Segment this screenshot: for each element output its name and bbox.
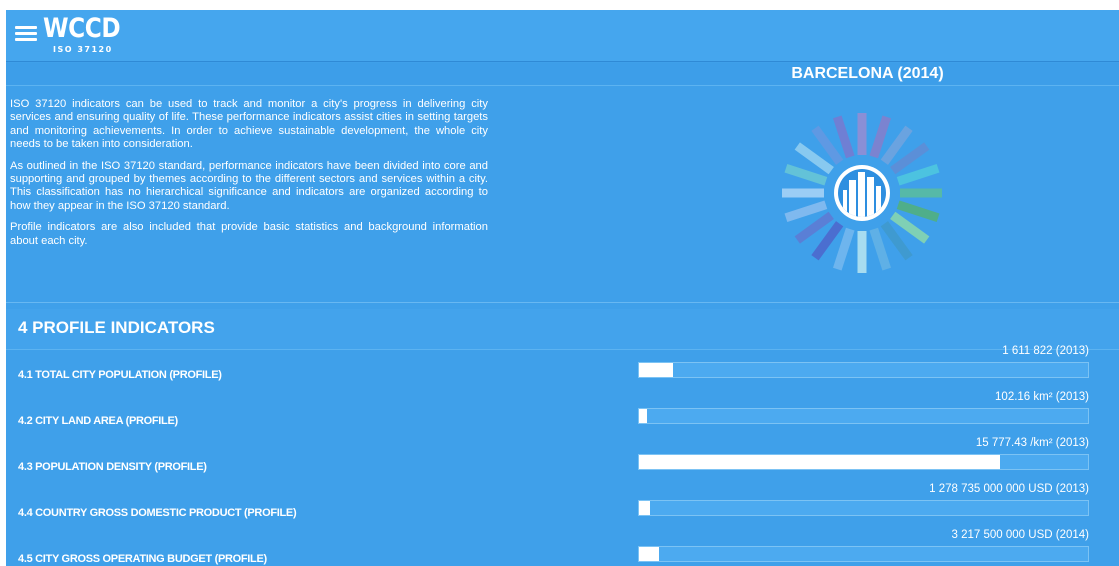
logo-text[interactable]: WCCD xyxy=(43,11,121,47)
indicator-value: 3 217 500 000 USD (2014) xyxy=(951,529,1089,541)
intro-paragraph-2: As outlined in the ISO 37120 standard, p… xyxy=(10,159,488,212)
indicator-bar-fill xyxy=(639,409,648,423)
indicator-label: 4.2 CITY LAND AREA (PROFILE) xyxy=(18,415,178,427)
indicator-row-4-5[interactable]: 4.5 CITY GROSS OPERATING BUDGET (PROFILE… xyxy=(6,529,1119,566)
indicator-value: 102.16 km² (2013) xyxy=(995,391,1089,403)
indicator-label: 4.1 TOTAL CITY POPULATION (PROFILE) xyxy=(18,369,222,381)
wheel-ray xyxy=(784,200,828,223)
indicator-bar-fill xyxy=(639,547,660,561)
indicator-bar-fill xyxy=(639,455,1001,469)
indicator-row-4-1[interactable]: 4.1 TOTAL CITY POPULATION (PROFILE) 1 61… xyxy=(6,345,1119,397)
city-band: BARCELONA (2014) xyxy=(6,63,1119,86)
section-header: 4 PROFILE INDICATORS xyxy=(6,309,1119,350)
wheel-ray xyxy=(896,200,940,223)
indicator-label: 4.5 CITY GROSS OPERATING BUDGET (PROFILE… xyxy=(18,553,267,565)
indicator-label: 4.3 POPULATION DENSITY (PROFILE) xyxy=(18,461,207,473)
logo-subtext: ISO 37120 xyxy=(53,45,113,54)
indicator-bar-fill xyxy=(639,363,673,377)
indicator-bar xyxy=(638,500,1089,516)
city-title: BARCELONA (2014) xyxy=(791,65,944,82)
wheel-ray xyxy=(832,227,855,271)
city-wheel-graphic xyxy=(782,113,942,273)
divider xyxy=(6,302,1119,303)
indicator-bar xyxy=(638,546,1089,562)
intro-paragraph-1: ISO 37120 indicators can be used to trac… xyxy=(10,98,488,151)
top-bar: WCCD ISO 37120 xyxy=(6,10,1119,62)
wheel-ray xyxy=(896,163,940,186)
wheel-ray xyxy=(784,163,828,186)
intro-paragraph-3: Profile indicators are also included tha… xyxy=(10,221,488,247)
indicator-bar xyxy=(638,454,1089,470)
section-title: 4 PROFILE INDICATORS xyxy=(18,318,215,337)
app-container: WCCD ISO 37120 BARCELONA (2014) ISO 3712… xyxy=(6,10,1119,566)
wheel-ray xyxy=(869,115,892,159)
intro-text: ISO 37120 indicators can be used to trac… xyxy=(10,98,488,256)
indicator-bar-fill xyxy=(639,501,651,515)
indicator-value: 1 611 822 (2013) xyxy=(1002,345,1089,357)
wheel-ray xyxy=(869,227,892,271)
indicator-bar xyxy=(638,362,1089,378)
hamburger-menu-icon[interactable] xyxy=(15,26,37,42)
indicator-value: 1 278 735 000 000 USD (2013) xyxy=(929,483,1089,495)
indicator-bar xyxy=(638,408,1089,424)
wheel-ray xyxy=(832,115,855,159)
indicator-value: 15 777.43 /km² (2013) xyxy=(975,437,1089,449)
indicator-row-4-2[interactable]: 4.2 CITY LAND AREA (PROFILE) 102.16 km² … xyxy=(6,391,1119,443)
indicator-label: 4.4 COUNTRY GROSS DOMESTIC PRODUCT (PROF… xyxy=(18,507,297,519)
